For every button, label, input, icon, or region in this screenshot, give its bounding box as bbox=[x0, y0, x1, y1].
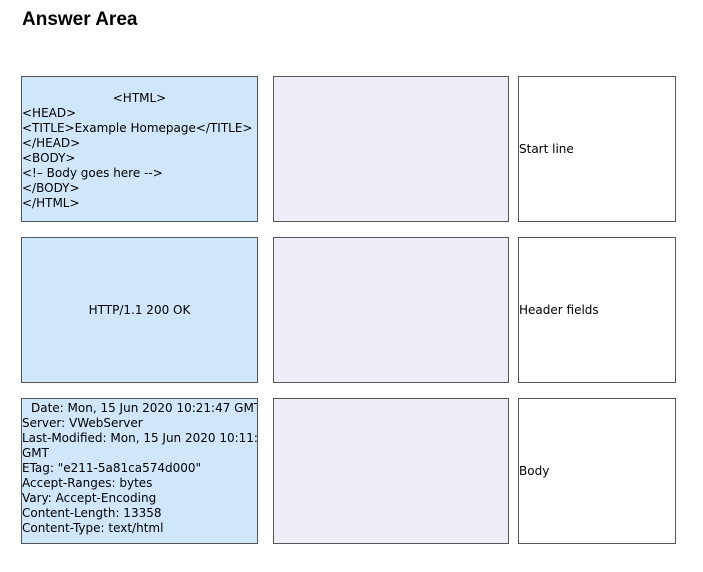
html-line: </HTML> bbox=[22, 196, 80, 210]
header-line: Date: Mon, 15 Jun 2020 10:21:47 GMT bbox=[31, 401, 258, 415]
target-label-start-line: Start line bbox=[518, 76, 676, 222]
target-label-text: Body bbox=[519, 464, 550, 478]
html-line: <HEAD> bbox=[22, 106, 77, 120]
target-label-text: Start line bbox=[519, 142, 574, 156]
header-line: Vary: Accept-Encoding bbox=[22, 491, 157, 505]
html-line: <BODY> bbox=[22, 151, 76, 165]
html-line: <!– Body goes here --> bbox=[22, 166, 163, 180]
html-line: <TITLE>Example Homepage</TITLE> bbox=[22, 121, 253, 135]
header-line: ETag: "e211-5a81ca574d000" bbox=[22, 461, 202, 475]
header-line: Content-Type: text/html bbox=[22, 521, 164, 535]
drop-zone-start-line[interactable] bbox=[273, 76, 509, 222]
drop-zone-body[interactable] bbox=[273, 398, 509, 544]
target-label-body: Body bbox=[518, 398, 676, 544]
header-line: Content-Length: 13358 bbox=[22, 506, 162, 520]
header-line: GMT bbox=[22, 446, 49, 460]
target-label-text: Header fields bbox=[519, 303, 599, 317]
status-line-text: HTTP/1.1 200 OK bbox=[88, 302, 191, 317]
header-line: Accept-Ranges: bytes bbox=[22, 476, 153, 490]
draggable-item-html-body[interactable]: <HTML> <HEAD> <TITLE>Example Homepage</T… bbox=[21, 76, 258, 222]
header-line: Server: VWebServer bbox=[22, 416, 143, 430]
html-line: </HEAD> bbox=[22, 136, 81, 150]
page-title: Answer Area bbox=[22, 9, 138, 30]
html-line: </BODY> bbox=[22, 181, 80, 195]
header-line: Last-Modified: Mon, 15 Jun 2020 10:11:12 bbox=[22, 431, 258, 445]
drop-zone-header-fields[interactable] bbox=[273, 237, 509, 383]
draggable-item-status-line[interactable]: HTTP/1.1 200 OK bbox=[21, 237, 258, 383]
html-line: <HTML> bbox=[112, 91, 167, 105]
target-label-header-fields: Header fields bbox=[518, 237, 676, 383]
draggable-item-headers[interactable]: Date: Mon, 15 Jun 2020 10:21:47 GMT Serv… bbox=[21, 398, 258, 544]
